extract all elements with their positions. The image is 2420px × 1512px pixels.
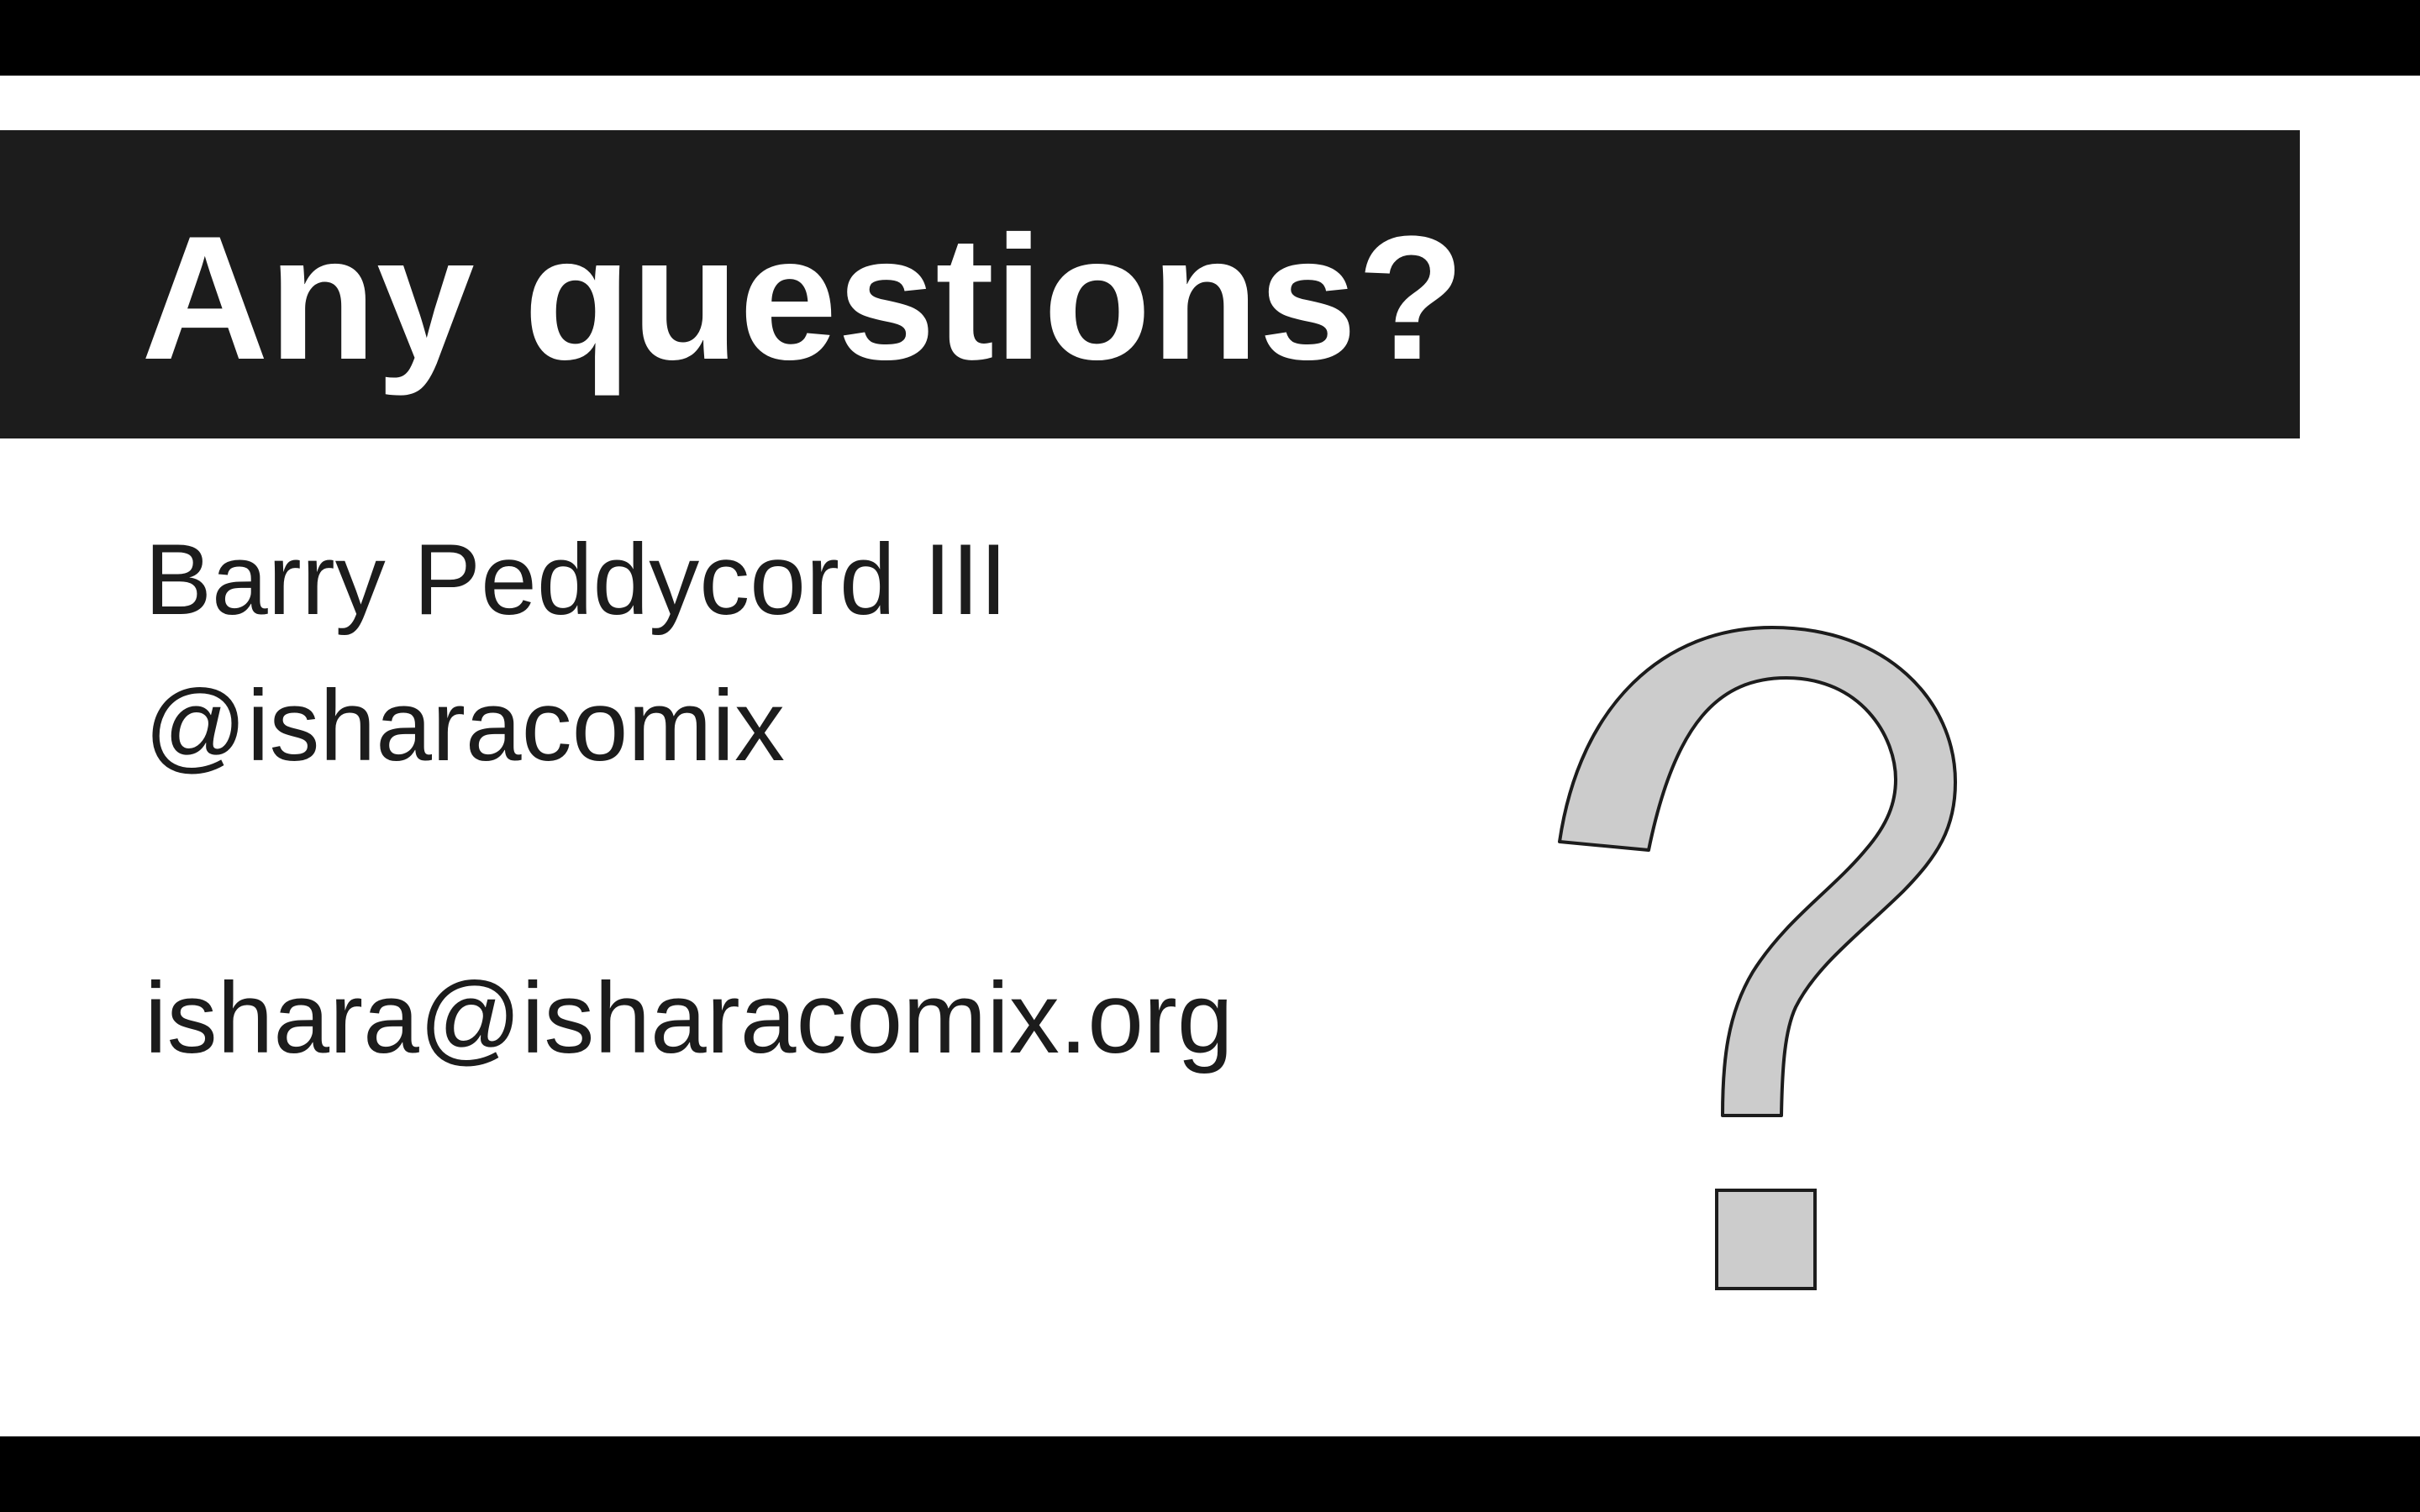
presentation-slide: Any questions? Barry Peddycord III @isha… [0,76,2420,1436]
author-email: ishara@isharacomix.org [145,962,1234,1074]
letterbox-top [0,0,2420,76]
author-name: Barry Peddycord III [145,523,1008,636]
slide-title: Any questions? [141,199,1465,396]
letterbox-bottom [0,1436,2420,1512]
slide-body: Barry Peddycord III @isharacomix ishara@… [145,507,1234,1091]
author-handle: @isharacomix [145,669,786,782]
question-mark-icon [1558,626,1957,1290]
